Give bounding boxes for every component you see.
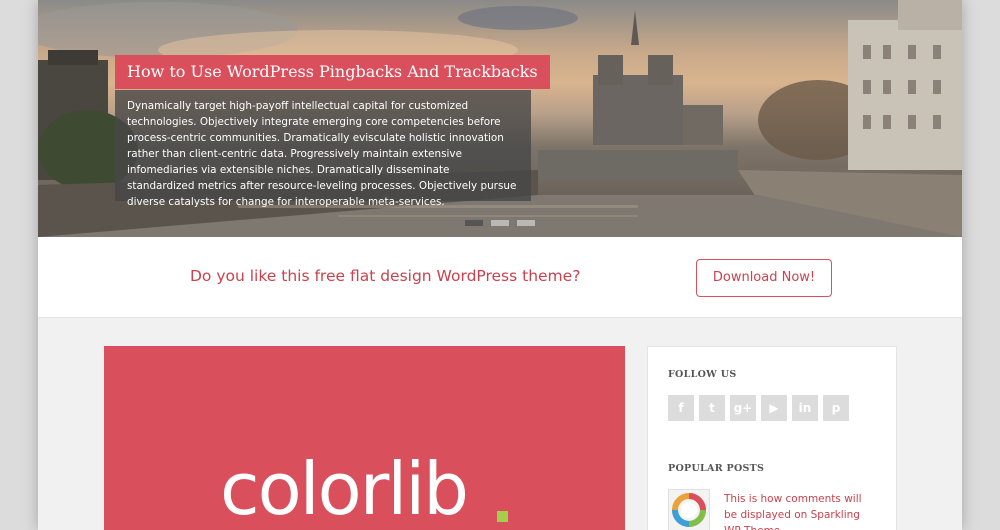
- slider-dot-1[interactable]: [465, 220, 483, 226]
- youtube-icon[interactable]: ▶: [761, 395, 787, 421]
- colorlib-logo: colorlib: [220, 447, 469, 530]
- google-plus-icon[interactable]: g+: [730, 395, 756, 421]
- slider-dot-3[interactable]: [517, 220, 535, 226]
- cta-text: Do you like this free flat design WordPr…: [190, 267, 581, 285]
- colorlib-circle-icon: [672, 493, 706, 527]
- page-frame: How to Use WordPress Pingbacks And Track…: [38, 0, 962, 530]
- slider-dot-2[interactable]: [491, 220, 509, 226]
- slide-excerpt: Dynamically target high-payoff intellect…: [115, 90, 531, 208]
- popular-post-link[interactable]: This is how comments will be displayed o…: [724, 491, 874, 530]
- follow-us-title: FOLLOW US: [668, 369, 737, 380]
- linkedin-icon[interactable]: in: [792, 395, 818, 421]
- post-thumbnail[interactable]: [668, 489, 710, 530]
- slide-title[interactable]: How to Use WordPress Pingbacks And Track…: [115, 55, 550, 89]
- sidebar: FOLLOW US f t g+ ▶ in p POPULAR POSTS Th…: [647, 346, 897, 530]
- social-icons: f t g+ ▶ in p: [668, 395, 849, 421]
- pinterest-icon[interactable]: p: [823, 395, 849, 421]
- facebook-icon[interactable]: f: [668, 395, 694, 421]
- cta-band: Do you like this free flat design WordPr…: [38, 237, 962, 318]
- slider-pagination: [465, 220, 535, 226]
- twitter-icon[interactable]: t: [699, 395, 725, 421]
- featured-image[interactable]: colorlib: [104, 346, 625, 530]
- popular-posts-title: POPULAR POSTS: [668, 463, 765, 474]
- download-now-button[interactable]: Download Now!: [696, 259, 832, 297]
- hero-slider[interactable]: How to Use WordPress Pingbacks And Track…: [38, 0, 962, 237]
- logo-dot: [497, 511, 508, 522]
